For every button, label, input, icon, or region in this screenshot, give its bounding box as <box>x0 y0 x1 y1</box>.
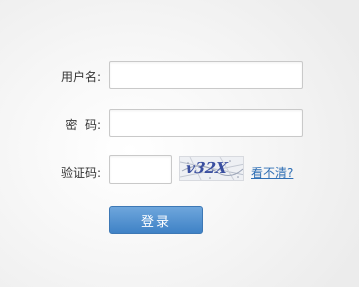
username-label: 用户名: <box>60 70 101 84</box>
login-button[interactable]: 登录 <box>109 206 203 234</box>
login-form: 用户名: 密 码: 验证码: v32X 看不清? 登录 <box>0 0 359 287</box>
captcha-input[interactable] <box>109 155 172 184</box>
refresh-captcha-link[interactable]: 看不清? <box>251 164 293 181</box>
password-label: 密 码: <box>65 118 101 132</box>
captcha-text: v32X <box>184 159 229 177</box>
password-input[interactable] <box>109 109 303 137</box>
captcha-label: 验证码: <box>60 166 101 180</box>
username-input[interactable] <box>109 61 303 89</box>
captcha-image[interactable]: v32X <box>179 156 244 181</box>
